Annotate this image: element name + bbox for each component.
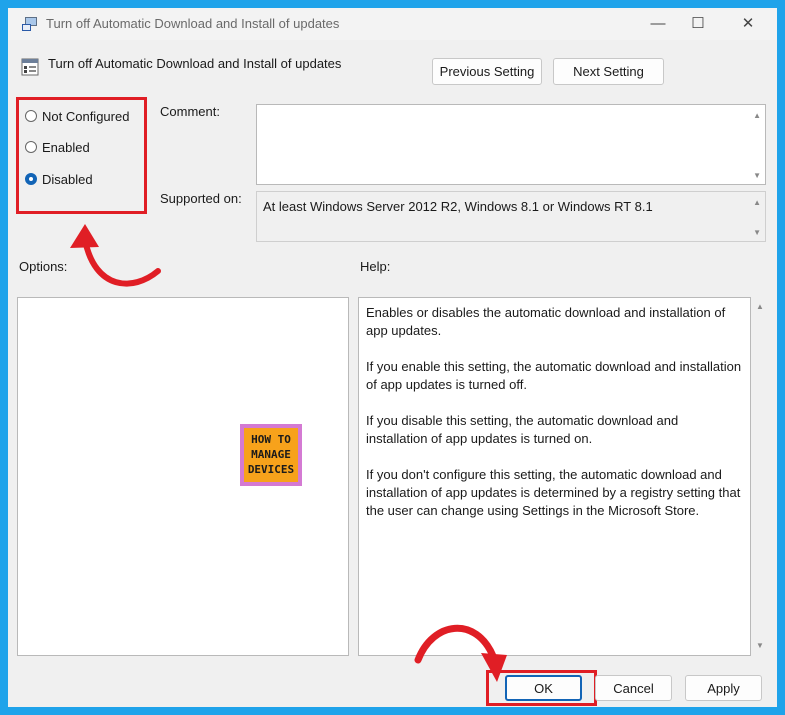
radio-not-configured[interactable]: Not Configured <box>25 107 129 125</box>
maximize-icon: ☐ <box>691 15 705 32</box>
scroll-down-icon[interactable]: ▼ <box>753 171 761 180</box>
help-paragraph-1: Enables or disables the automatic downlo… <box>366 305 726 338</box>
curved-arrow-icon <box>414 624 507 682</box>
logo-line-3: DEVICES <box>247 463 295 476</box>
radio-disabled-label: Disabled <box>42 171 93 187</box>
supported-on-field: At least Windows Server 2012 R2, Windows… <box>256 191 766 242</box>
radio-enabled-label: Enabled <box>42 139 90 155</box>
radio-enabled[interactable]: Enabled <box>25 138 90 156</box>
ok-button[interactable]: OK <box>505 675 582 701</box>
policy-setting-icon <box>21 58 39 76</box>
scroll-up-icon[interactable]: ▲ <box>753 198 761 207</box>
radio-enabled-circle[interactable] <box>25 141 37 153</box>
minimize-button[interactable]: — <box>638 12 678 36</box>
help-paragraph-2: If you enable this setting, the automati… <box>366 359 742 392</box>
supported-on-label: Supported on: <box>160 191 242 206</box>
cancel-button[interactable]: Cancel <box>595 675 672 701</box>
policy-name: Turn off Automatic Download and Install … <box>48 56 342 71</box>
supported-on-value: At least Windows Server 2012 R2, Windows… <box>263 199 653 214</box>
help-scroll-up-icon[interactable]: ▲ <box>756 302 764 311</box>
window-title: Turn off Automatic Download and Install … <box>46 16 340 31</box>
maximize-button[interactable]: ☐ <box>678 12 718 36</box>
apply-button[interactable]: Apply <box>685 675 762 701</box>
radio-disabled[interactable]: Disabled <box>25 170 93 188</box>
scroll-down-icon[interactable]: ▼ <box>753 228 761 237</box>
help-pane: Enables or disables the automatic downlo… <box>358 297 751 656</box>
previous-setting-button[interactable]: Previous Setting <box>432 58 542 85</box>
title-bar: Turn off Automatic Download and Install … <box>8 8 777 40</box>
next-setting-button[interactable]: Next Setting <box>553 58 664 85</box>
help-paragraph-3: If you disable this setting, the automat… <box>366 413 679 446</box>
help-paragraph-4: If you don't configure this setting, the… <box>366 467 741 518</box>
help-label: Help: <box>360 259 391 274</box>
radio-not-configured-label: Not Configured <box>42 108 130 124</box>
options-label: Options: <box>19 259 68 274</box>
help-scroll-down-icon[interactable]: ▼ <box>756 641 764 650</box>
close-button[interactable]: ✕ <box>728 12 768 36</box>
radio-not-configured-circle[interactable] <box>25 110 37 122</box>
logo-line-2: MANAGE <box>251 448 291 461</box>
close-icon: ✕ <box>741 15 755 32</box>
minimize-icon: — <box>650 15 666 32</box>
radio-disabled-circle[interactable] <box>25 173 37 185</box>
policy-icon <box>22 17 37 31</box>
logo-line-1: HOW TO <box>251 433 291 446</box>
comment-label: Comment: <box>160 104 220 119</box>
scroll-up-icon[interactable]: ▲ <box>753 111 761 120</box>
howto-manage-devices-logo: HOW TO MANAGE DEVICES <box>240 424 302 486</box>
curved-arrow-icon <box>70 224 161 287</box>
policy-dialog: Turn off Automatic Download and Install … <box>8 8 777 707</box>
comment-field[interactable]: ▲ ▼ <box>256 104 766 185</box>
